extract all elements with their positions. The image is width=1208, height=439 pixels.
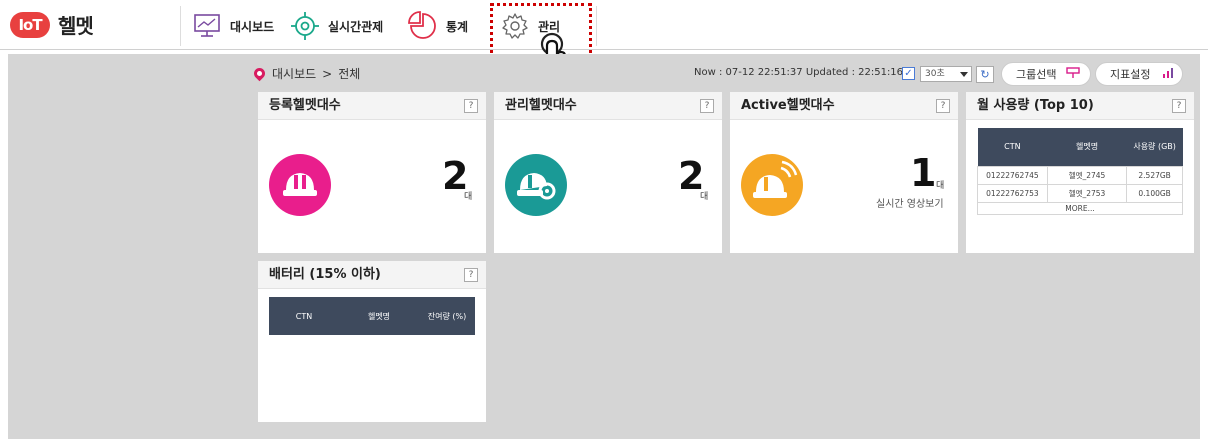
metric-settings-label: 지표설정 (1110, 68, 1151, 81)
app-name: 헬멧 (58, 14, 94, 38)
help-button[interactable]: ? (464, 268, 478, 282)
nav-stats-label: 통계 (446, 19, 469, 34)
table-cell: 01222762745 (977, 165, 1048, 185)
group-select-label: 그룹선택 (1016, 68, 1057, 81)
iot-logo: IoT (10, 11, 50, 38)
pie-chart-icon (408, 11, 438, 41)
update-status: Now : 07-12 22:51:37 Updated : 22:51:16 (694, 67, 904, 78)
refresh-interval-value: 30초 (925, 69, 945, 79)
refresh-icon: ↻ (980, 68, 990, 81)
count-unit: 대 (700, 192, 709, 202)
card-title: 월 사용량 (Top 10) (977, 98, 1094, 113)
table-row[interactable]: 01222762745 헬멧_2745 2.527GB (977, 165, 1183, 185)
help-button[interactable]: ? (464, 99, 478, 113)
table-cell: 헬멧_2753 (1046, 183, 1128, 203)
location-pin-icon (251, 65, 268, 82)
bar-chart-icon (1162, 67, 1174, 82)
column-header: 헬멧명 (367, 311, 391, 321)
monitor-chart-icon (192, 11, 222, 41)
help-button[interactable]: ? (936, 99, 950, 113)
breadcrumb-home[interactable]: 대시보드 (272, 65, 316, 82)
metric-settings-button[interactable]: 지표설정 (1095, 62, 1183, 86)
nav-divider (596, 6, 597, 46)
column-header: 잔여량 (%) (427, 311, 467, 321)
active-count: 1 (910, 151, 937, 195)
table-cell: 0.100GB (1126, 183, 1183, 203)
live-video-link[interactable]: 실시간 영상보기 (876, 195, 944, 210)
nav-realtime[interactable]: 실시간관제 (290, 6, 383, 46)
nav-realtime-label: 실시간관제 (328, 19, 384, 34)
column-header: 헬멧명 (1075, 142, 1099, 152)
registered-helmet-card: 등록헬멧대수? 2 대 (258, 92, 486, 253)
chevron-right-icon: > (322, 66, 333, 81)
table-row: MORE... (977, 201, 1183, 215)
helmet-icon (269, 154, 331, 216)
card-title: 배터리 (15% 이하) (269, 267, 381, 282)
card-title: 등록헬멧대수 (269, 98, 341, 113)
helmet-signal-icon (741, 154, 803, 216)
nav-stats[interactable]: 통계 (408, 6, 468, 46)
count-unit: 대 (936, 181, 945, 191)
active-helmet-card: Active헬멧대수? 1 대 실시간 영상보기 (730, 92, 958, 253)
nav-dashboard-label: 대시보드 (230, 19, 275, 34)
column-header: CTN (1004, 142, 1021, 152)
table-cell: 01222762753 (977, 183, 1048, 203)
chevron-down-icon (960, 72, 968, 77)
dashboard-area: 대시보드 > 전체 Now : 07-12 22:51:37 Updated :… (8, 54, 1200, 439)
target-icon (290, 11, 320, 41)
count-unit: 대 (464, 192, 473, 202)
group-select-button[interactable]: 그룹선택 (1001, 62, 1091, 86)
column-header: CTN (295, 311, 313, 321)
breadcrumb-current: 전체 (338, 67, 361, 81)
battery-table: CTN 헬멧명 잔여량 (%) (269, 297, 475, 335)
helmet-settings-icon (505, 154, 567, 216)
battery-card: 배터리 (15% 이하)? CTN 헬멧명 잔여량 (%) (258, 261, 486, 422)
top-bar: IoT 헬멧 대시보드 실시간관제 통계 관리 (0, 0, 1208, 50)
table-row[interactable]: 01222762753 헬멧_2753 0.100GB (977, 183, 1183, 203)
table-header-row: CTN 헬멧명 사용량 (GB) (977, 128, 1183, 166)
more-link[interactable]: MORE... (977, 201, 1183, 215)
column-header: 사용량 (GB) (1133, 142, 1176, 152)
table-cell: 헬멧_2745 (1046, 165, 1128, 185)
managed-helmet-card: 관리헬멧대수? 2 대 (494, 92, 722, 253)
card-title: Active헬멧대수 (741, 98, 835, 113)
monthly-usage-card: 월 사용량 (Top 10)? CTN 헬멧명 사용량 (GB) 0122276… (966, 92, 1194, 253)
nav-dashboard[interactable]: 대시보드 (192, 6, 274, 46)
breadcrumb: 대시보드 > 전체 (251, 65, 361, 82)
card-title: 관리헬멧대수 (505, 98, 577, 113)
pin-icon (1066, 66, 1081, 82)
auto-refresh-checkbox[interactable]: ✓ (902, 67, 915, 80)
refresh-interval-select[interactable]: 30초 (920, 66, 972, 82)
help-button[interactable]: ? (1172, 99, 1186, 113)
help-button[interactable]: ? (700, 99, 714, 113)
nav-divider (180, 6, 181, 46)
usage-table: CTN 헬멧명 사용량 (GB) 01222762745 헬멧_2745 2.5… (977, 128, 1183, 215)
table-cell: 2.527GB (1126, 165, 1183, 185)
table-header-row: CTN 헬멧명 잔여량 (%) (269, 297, 475, 335)
refresh-button[interactable]: ↻ (976, 66, 994, 83)
app-logo[interactable]: IoT 헬멧 (10, 10, 94, 39)
